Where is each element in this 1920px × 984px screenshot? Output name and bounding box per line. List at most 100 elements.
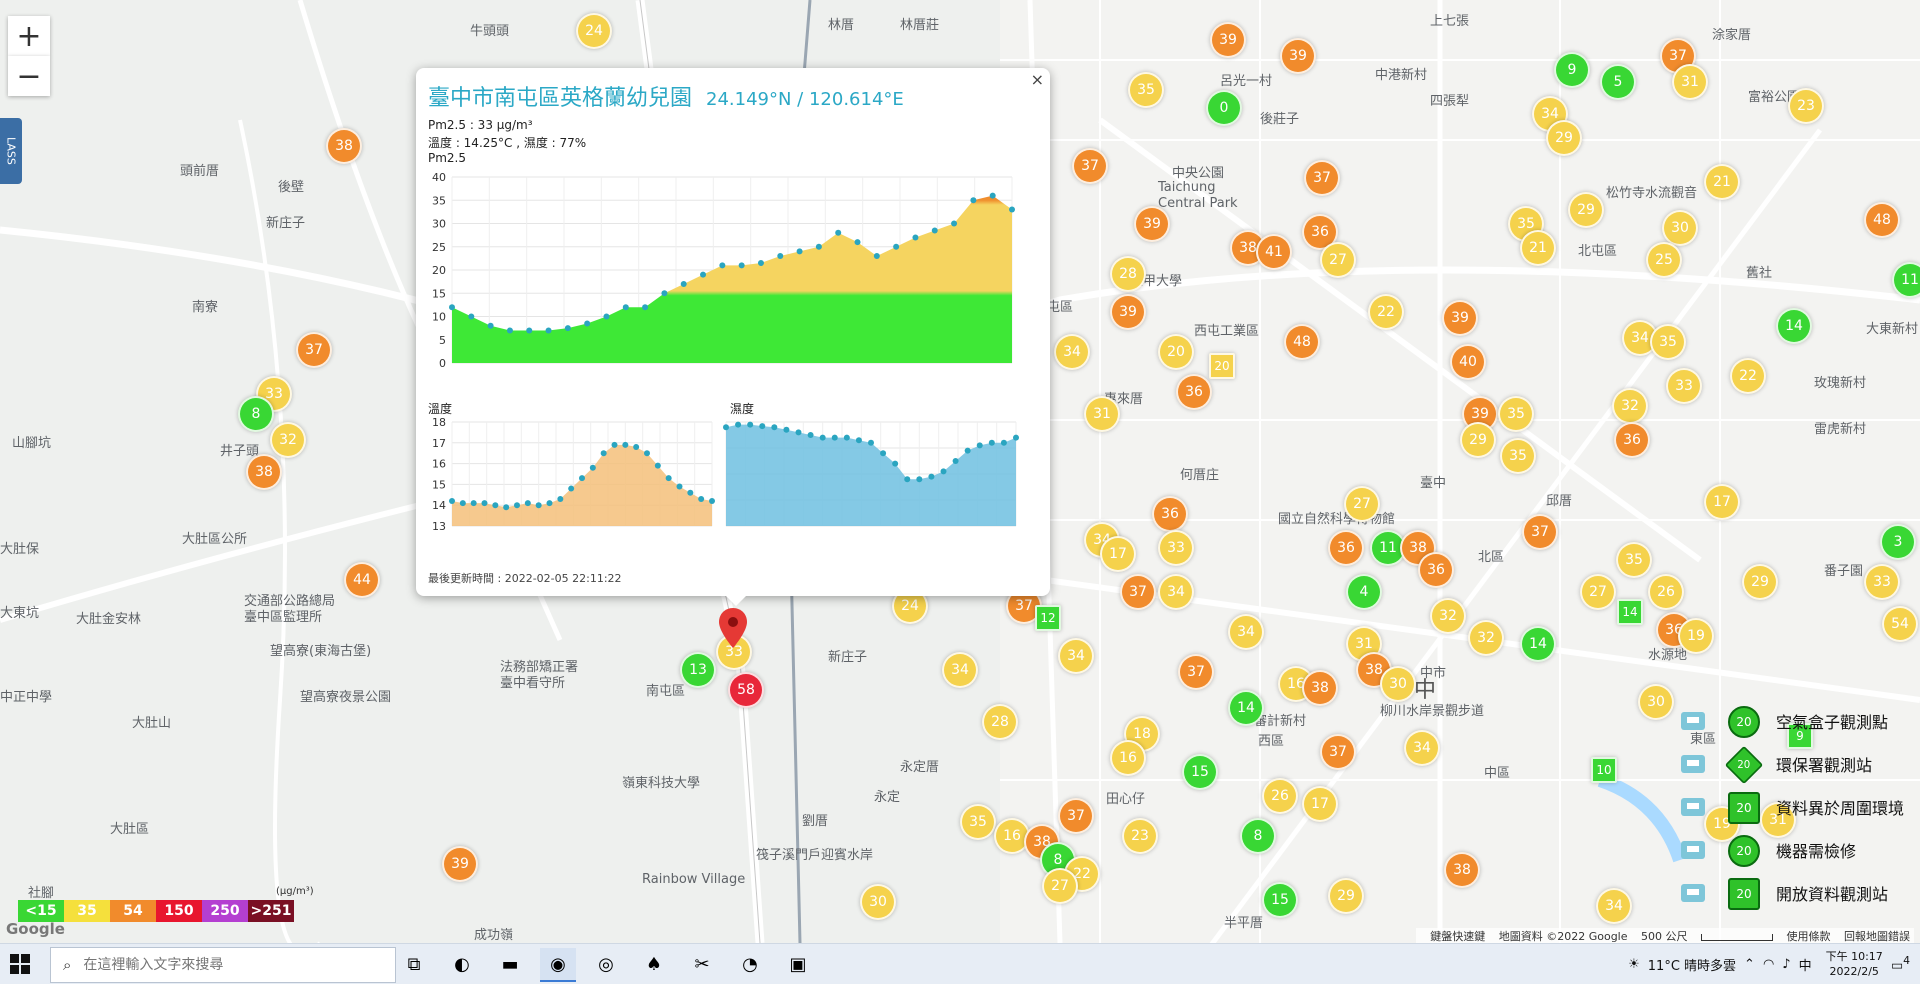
- sensor-marker[interactable]: 29: [1460, 422, 1496, 458]
- sensor-marker[interactable]: 21: [1704, 164, 1740, 200]
- sensor-marker[interactable]: 35: [960, 804, 996, 840]
- sensor-marker[interactable]: 37: [1072, 148, 1108, 184]
- sensor-marker[interactable]: 9: [1554, 52, 1590, 88]
- ime-indicator[interactable]: 中: [1799, 955, 1812, 974]
- app-icon-7[interactable]: ✂: [684, 948, 720, 980]
- sensor-marker[interactable]: 21: [1520, 230, 1556, 266]
- sensor-marker[interactable]: 35: [1498, 396, 1534, 432]
- sensor-marker[interactable]: 38: [326, 128, 362, 164]
- sensor-marker[interactable]: 25: [1646, 242, 1682, 278]
- sensor-marker[interactable]: 31: [1672, 64, 1708, 100]
- sensor-marker[interactable]: 14: [1228, 690, 1264, 726]
- sensor-marker[interactable]: 20: [1209, 353, 1235, 379]
- sensor-marker[interactable]: 29: [1742, 564, 1778, 600]
- close-popup-button[interactable]: ×: [1031, 70, 1044, 89]
- sensor-marker[interactable]: 30: [1380, 666, 1416, 702]
- sensor-marker[interactable]: 28: [982, 704, 1018, 740]
- sensor-marker[interactable]: 38: [1302, 670, 1338, 706]
- sensor-marker[interactable]: 27: [1042, 868, 1078, 904]
- sensor-marker[interactable]: 32: [270, 422, 306, 458]
- volume-icon[interactable]: ♪: [1782, 957, 1790, 972]
- sensor-marker[interactable]: 17: [1302, 786, 1338, 822]
- sensor-marker[interactable]: 13: [680, 652, 716, 688]
- sensor-marker[interactable]: 30: [1662, 210, 1698, 246]
- sensor-marker[interactable]: 34: [1058, 638, 1094, 674]
- sensor-marker[interactable]: 19: [1678, 618, 1714, 654]
- sensor-marker[interactable]: 36: [1176, 374, 1212, 410]
- sensor-marker[interactable]: 54: [1882, 606, 1918, 642]
- sensor-marker[interactable]: 8: [1240, 818, 1276, 854]
- sensor-marker[interactable]: 34: [1054, 334, 1090, 370]
- report-map-error-link[interactable]: 回報地圖錯誤: [1844, 930, 1910, 943]
- sensor-marker[interactable]: 38: [246, 454, 282, 490]
- sensor-marker[interactable]: 17: [1704, 484, 1740, 520]
- sensor-marker[interactable]: 16: [1110, 740, 1146, 776]
- sensor-marker[interactable]: 31: [1084, 396, 1120, 432]
- sensor-marker[interactable]: 34: [1404, 730, 1440, 766]
- sensor-marker[interactable]: 34: [1158, 574, 1194, 610]
- sensor-marker[interactable]: 12: [1035, 605, 1061, 631]
- sensor-marker[interactable]: 3: [1880, 524, 1916, 560]
- sensor-marker[interactable]: 37: [1522, 514, 1558, 550]
- sensor-marker[interactable]: 27: [1580, 574, 1616, 610]
- sensor-marker[interactable]: 36: [1418, 552, 1454, 588]
- sensor-marker[interactable]: 48: [1864, 202, 1900, 238]
- sensor-marker[interactable]: 17: [1100, 536, 1136, 572]
- zoom-in-button[interactable]: +: [8, 16, 50, 56]
- sensor-marker[interactable]: 22: [1730, 358, 1766, 394]
- sensor-marker[interactable]: 33: [1666, 368, 1702, 404]
- sensor-marker[interactable]: 14: [1520, 626, 1556, 662]
- sensor-marker[interactable]: 11: [1892, 262, 1920, 298]
- sensor-marker[interactable]: 23: [1122, 818, 1158, 854]
- map-scale-label[interactable]: 500 公尺: [1641, 930, 1688, 943]
- sensor-marker[interactable]: 34: [1228, 614, 1264, 650]
- keyboard-shortcuts-link[interactable]: 鍵盤快速鍵: [1430, 930, 1485, 943]
- terms-link[interactable]: 使用條款: [1787, 930, 1831, 943]
- sensor-marker[interactable]: 37: [1320, 734, 1356, 770]
- sensor-marker[interactable]: 37: [1178, 654, 1214, 690]
- app-icon-5[interactable]: ◎: [588, 948, 624, 980]
- sensor-marker[interactable]: 30: [860, 884, 896, 920]
- sensor-marker[interactable]: 29: [1568, 192, 1604, 228]
- sensor-marker[interactable]: 27: [1320, 242, 1356, 278]
- map-canvas[interactable]: 牛頭頭 林厝 林厝莊 上七張 涂家厝 中港新村 四張犁 富裕公園 呂光一村 後莊子 後壁 頭前厝 中央公…: [0, 0, 1920, 943]
- sensor-marker[interactable]: 27: [1344, 486, 1380, 522]
- sensor-marker[interactable]: 39: [1110, 294, 1146, 330]
- sensor-marker[interactable]: 10: [1591, 757, 1617, 783]
- sensor-marker[interactable]: 33: [1158, 530, 1194, 566]
- sensor-marker[interactable]: 24: [576, 13, 612, 49]
- sensor-marker[interactable]: 37: [1304, 160, 1340, 196]
- sensor-marker[interactable]: 22: [1368, 294, 1404, 330]
- app-icon-6[interactable]: ♠: [636, 948, 672, 980]
- sensor-marker[interactable]: 37: [1058, 798, 1094, 834]
- sensor-marker[interactable]: 37: [1120, 574, 1156, 610]
- sensor-marker[interactable]: 14: [1776, 308, 1812, 344]
- edge-icon[interactable]: ◐: [444, 948, 480, 980]
- taskbar-search-box[interactable]: ⌕: [50, 947, 396, 983]
- sensor-marker[interactable]: 34: [1596, 888, 1632, 924]
- side-panel-tab[interactable]: LASS: [0, 118, 22, 184]
- sensor-marker[interactable]: 28: [1110, 256, 1146, 292]
- sensor-marker[interactable]: 29: [1328, 878, 1364, 914]
- sensor-marker[interactable]: 4: [1346, 574, 1382, 610]
- sensor-marker[interactable]: 41: [1256, 234, 1292, 270]
- windows-start-icon[interactable]: [10, 954, 30, 974]
- sensor-marker[interactable]: 44: [344, 562, 380, 598]
- sensor-marker[interactable]: 39: [1134, 206, 1170, 242]
- sensor-marker[interactable]: 39: [442, 846, 478, 882]
- sensor-marker[interactable]: 32: [1468, 620, 1504, 656]
- chevron-up-icon[interactable]: ⌃: [1744, 957, 1755, 972]
- sensor-marker[interactable]: 35: [1500, 438, 1536, 474]
- sensor-marker[interactable]: 8: [238, 396, 274, 432]
- map-pin-icon[interactable]: [719, 608, 747, 648]
- sensor-marker[interactable]: 36: [1152, 496, 1188, 532]
- app-icon-9[interactable]: ▣: [780, 948, 816, 980]
- notification-icon[interactable]: ▭4: [1891, 954, 1910, 973]
- sensor-marker[interactable]: 14: [1617, 599, 1643, 625]
- sensor-marker[interactable]: 15: [1262, 882, 1298, 918]
- sensor-marker[interactable]: 15: [1182, 754, 1218, 790]
- sensor-marker[interactable]: 48: [1284, 324, 1320, 360]
- sensor-marker[interactable]: 39: [1210, 22, 1246, 58]
- network-icon[interactable]: ◠: [1763, 957, 1774, 972]
- sensor-marker[interactable]: 58: [728, 672, 764, 708]
